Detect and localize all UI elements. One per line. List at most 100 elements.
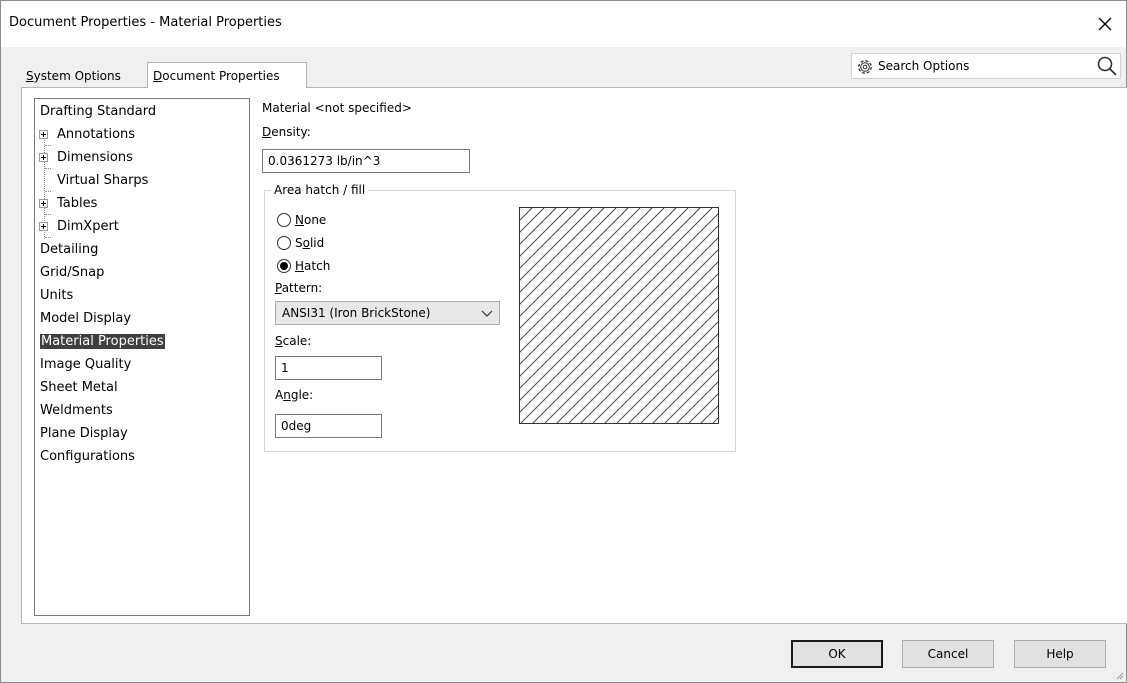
tree-item-grid-snap[interactable]: Grid/Snap bbox=[40, 263, 104, 283]
scale-label: Scale: bbox=[275, 334, 311, 348]
tree-item-label: Drafting Standard bbox=[40, 104, 157, 119]
gear-icon bbox=[858, 60, 872, 74]
tab-label: ystem Options bbox=[33, 69, 121, 83]
tab-system-options[interactable]: System Options bbox=[21, 64, 147, 88]
material-label: Material <not specified> bbox=[262, 101, 412, 115]
angle-label: Angle: bbox=[275, 388, 313, 402]
tree-item-label: Units bbox=[40, 288, 74, 303]
radio-label: None bbox=[295, 213, 326, 227]
tree-connector bbox=[45, 237, 51, 238]
tree-item-label: Weldments bbox=[40, 403, 113, 418]
group-title: Area hatch / fill bbox=[271, 183, 369, 197]
angle-accel: n bbox=[283, 388, 291, 402]
tree-item-label: Image Quality bbox=[40, 357, 132, 372]
hatch-preview bbox=[519, 207, 719, 424]
radio-accel: H bbox=[295, 259, 305, 273]
tree-item-sheet-metal[interactable]: Sheet Metal bbox=[40, 378, 118, 398]
tree-item-label: Annotations bbox=[57, 127, 136, 142]
radio-label-text: one bbox=[303, 213, 327, 227]
area-hatch-fill-group: Area hatch / fill None Solid Hatch Patte… bbox=[264, 183, 736, 452]
radio-accel: N bbox=[295, 213, 304, 227]
tab-document-properties[interactable]: Document Properties bbox=[147, 62, 307, 88]
tree-item-dimxpert[interactable]: DimXpert bbox=[39, 217, 119, 237]
tree-item-label: Plane Display bbox=[40, 426, 128, 441]
density-label: Density: bbox=[262, 125, 311, 139]
radio-label: Hatch bbox=[295, 259, 330, 273]
hatch-pattern-image bbox=[520, 208, 718, 423]
angle-field[interactable]: 0deg bbox=[275, 414, 382, 438]
tree-item-label: Model Display bbox=[40, 311, 132, 326]
hatch-line bbox=[520, 208, 533, 221]
radio-checked-icon bbox=[277, 259, 291, 273]
search-options-field[interactable]: Search Options bbox=[851, 53, 1121, 79]
window-title: Document Properties - Material Propertie… bbox=[9, 15, 282, 30]
density-accel: D bbox=[262, 125, 272, 139]
radio-label-text: lid bbox=[309, 236, 325, 250]
material-properties-page: Material <not specified> Density: 0.0361… bbox=[262, 88, 1122, 618]
pattern-accel: P bbox=[275, 281, 282, 295]
radio-label: Solid bbox=[295, 236, 324, 250]
tree-item-configurations[interactable]: Configurations bbox=[40, 447, 135, 467]
search-placeholder: Search Options bbox=[878, 59, 970, 73]
radio-unchecked-icon bbox=[277, 213, 291, 227]
tree-item-tables[interactable]: Tables bbox=[39, 194, 98, 214]
tree-item-label: Tables bbox=[57, 196, 98, 211]
pattern-label: Pattern: bbox=[275, 281, 322, 295]
scale-accel: S bbox=[275, 334, 283, 348]
tree-item-virtual-sharps[interactable]: Virtual Sharps bbox=[57, 171, 148, 191]
tree-item-material-properties[interactable]: Material Properties bbox=[40, 332, 165, 352]
pattern-value: ANSI31 (Iron BrickStone) bbox=[282, 306, 431, 320]
pattern-dropdown[interactable]: ANSI31 (Iron BrickStone) bbox=[275, 301, 500, 325]
tree-connector bbox=[45, 168, 51, 169]
pattern-label-text: attern: bbox=[281, 281, 323, 295]
radio-hatch[interactable]: Hatch bbox=[277, 257, 330, 275]
tree-item-drafting-standard[interactable]: Drafting Standard bbox=[40, 102, 156, 122]
help-button[interactable]: Help bbox=[1014, 640, 1106, 668]
tree-item-label: Detailing bbox=[40, 242, 99, 257]
resize-grip-icon[interactable] bbox=[1114, 670, 1124, 680]
tree-item-dimensions[interactable]: Dimensions bbox=[39, 148, 133, 168]
radio-solid[interactable]: Solid bbox=[277, 234, 324, 252]
close-button[interactable] bbox=[1090, 9, 1120, 39]
document-properties-dialog: Document Properties - Material Propertie… bbox=[0, 0, 1127, 683]
tree-item-plane-display[interactable]: Plane Display bbox=[40, 424, 128, 444]
radio-accel: o bbox=[302, 236, 310, 250]
tree-item-model-display[interactable]: Model Display bbox=[40, 309, 131, 329]
scale-field[interactable]: 1 bbox=[275, 356, 382, 380]
expand-icon[interactable] bbox=[39, 130, 48, 139]
expand-icon[interactable] bbox=[39, 153, 48, 162]
tree-item-detailing[interactable]: Detailing bbox=[40, 240, 98, 260]
tree-item-label: Virtual Sharps bbox=[57, 173, 149, 188]
tab-accel: S bbox=[26, 69, 34, 83]
density-label-text: ensity: bbox=[271, 125, 311, 139]
scale-label-text: cale: bbox=[282, 334, 312, 348]
ok-button[interactable]: OK bbox=[791, 640, 883, 668]
tab-label: ocument Properties bbox=[162, 68, 280, 83]
angle-label-text: gle: bbox=[290, 388, 314, 402]
tree-item-annotations[interactable]: Annotations bbox=[39, 125, 136, 145]
tree-item-image-quality[interactable]: Image Quality bbox=[40, 355, 131, 375]
radio-unchecked-icon bbox=[277, 236, 291, 250]
tab-accel: D bbox=[153, 68, 163, 83]
cancel-button[interactable]: Cancel bbox=[902, 640, 994, 668]
density-field[interactable]: 0.0361273 lb/in^3 bbox=[262, 149, 470, 173]
tree-connector bbox=[45, 145, 51, 146]
expand-icon[interactable] bbox=[39, 199, 48, 208]
radio-label-pre: S bbox=[295, 236, 303, 250]
radio-none[interactable]: None bbox=[277, 211, 326, 229]
expand-icon[interactable] bbox=[39, 222, 48, 231]
title-bar: Document Properties - Material Propertie… bbox=[1, 1, 1126, 47]
tree-item-label: Sheet Metal bbox=[40, 380, 118, 395]
tree-item-label: DimXpert bbox=[57, 219, 119, 234]
tree-item-units[interactable]: Units bbox=[40, 286, 73, 306]
tree-connector bbox=[45, 214, 51, 215]
tree-item-weldments[interactable]: Weldments bbox=[40, 401, 113, 421]
tree-item-label: Material Properties bbox=[40, 334, 165, 349]
tree-item-label: Dimensions bbox=[57, 150, 133, 165]
hatch-line bbox=[520, 208, 557, 245]
properties-panel: Drafting Standard Annotations Dimensions… bbox=[21, 87, 1127, 624]
chevron-down-icon bbox=[481, 310, 493, 317]
options-tree[interactable]: Drafting Standard Annotations Dimensions… bbox=[34, 98, 250, 616]
tree-connector bbox=[45, 191, 51, 192]
magnifier-icon[interactable] bbox=[1096, 55, 1118, 77]
